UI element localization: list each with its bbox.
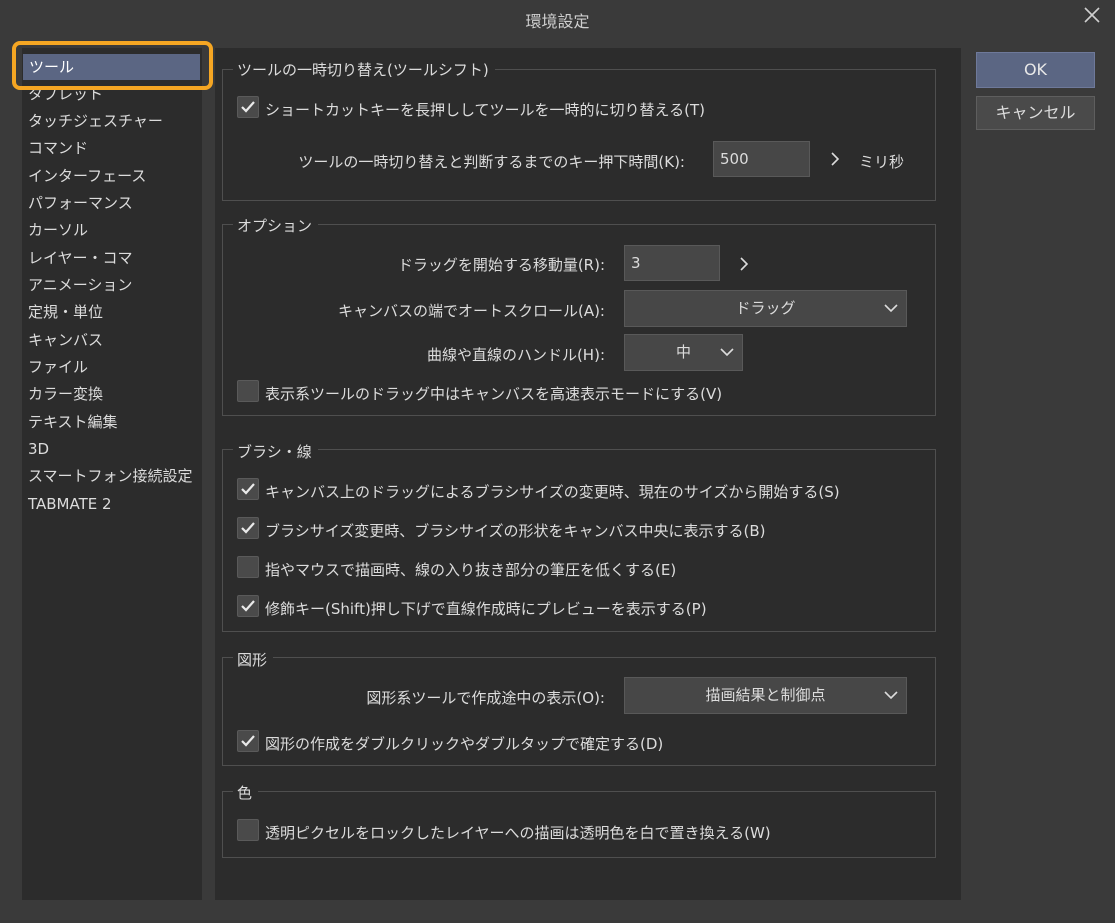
chevron-right-icon[interactable]: [829, 150, 845, 170]
sidebar-item-smartphone[interactable]: スマートフォン接続設定: [22, 463, 202, 489]
check-icon: [241, 735, 255, 747]
sidebar-item-command[interactable]: コマンド: [22, 135, 202, 161]
brush-option-1-label: キャンバス上のドラッグによるブラシサイズの変更時、現在のサイズから開始する(S): [265, 483, 840, 501]
tool-shift-checkbox[interactable]: [237, 96, 259, 118]
figure-doubleclick-checkbox[interactable]: [237, 730, 259, 752]
autoscroll-label: キャンバスの端でオートスクロール(A):: [337, 302, 605, 320]
sidebar-item-animation[interactable]: アニメーション: [22, 272, 202, 298]
drag-distance-label: ドラッグを開始する移動量(R):: [397, 256, 605, 274]
color-replace-checkbox[interactable]: [237, 819, 259, 841]
brush-option-1-checkbox[interactable]: [237, 478, 259, 500]
sidebar-item-color-conversion[interactable]: カラー変換: [22, 381, 202, 407]
ok-button[interactable]: OK: [976, 52, 1095, 88]
handle-value: 中: [675, 343, 691, 361]
check-icon: [241, 600, 255, 612]
sidebar-item-touch-gesture[interactable]: タッチジェスチャー: [22, 108, 202, 134]
brush-option-4-label: 修飾キー(Shift)押し下げで直線作成時にプレビューを表示する(P): [265, 600, 707, 618]
figure-display-select[interactable]: 描画結果と制御点: [624, 677, 907, 714]
figure-doubleclick-label: 図形の作成をダブルクリックやダブルタップで確定する(D): [265, 735, 664, 753]
group-title-figure: 図形: [233, 649, 274, 670]
drag-distance-input[interactable]: 3: [624, 245, 720, 281]
cancel-button[interactable]: キャンセル: [976, 96, 1095, 130]
group-title-options: オプション: [233, 215, 319, 236]
fast-display-checkbox[interactable]: [237, 380, 259, 402]
sidebar-item-text-edit[interactable]: テキスト編集: [22, 409, 202, 435]
brush-option-3-checkbox[interactable]: [237, 556, 259, 578]
sidebar-item-ruler-unit[interactable]: 定規・単位: [22, 299, 202, 325]
window-title: 環境設定: [525, 12, 590, 31]
delay-input[interactable]: 500: [713, 141, 810, 177]
handle-select[interactable]: 中: [624, 334, 743, 371]
chevron-right-icon[interactable]: [738, 255, 754, 275]
sidebar-item-cursor[interactable]: カーソル: [22, 217, 202, 243]
sidebar-item-tablet[interactable]: タブレット: [22, 81, 202, 107]
sidebar-item-performance[interactable]: パフォーマンス: [22, 190, 202, 216]
chevron-down-icon: [884, 304, 898, 313]
sidebar-item-file[interactable]: ファイル: [22, 354, 202, 380]
handle-label: 曲線や直線のハンドル(H):: [426, 346, 605, 364]
sidebar-item-3d[interactable]: 3D: [22, 436, 202, 462]
figure-display-label: 図形系ツールで作成途中の表示(O):: [366, 689, 605, 707]
close-icon[interactable]: [1081, 6, 1103, 28]
check-icon: [241, 483, 255, 495]
figure-display-value: 描画結果と制御点: [705, 686, 826, 704]
chevron-down-icon: [884, 691, 898, 700]
autoscroll-value: ドラッグ: [735, 299, 796, 317]
sidebar-item-canvas[interactable]: キャンバス: [22, 327, 202, 353]
fast-display-label: 表示系ツールのドラッグ中はキャンバスを高速表示モードにする(V): [265, 385, 723, 403]
chevron-down-icon: [720, 348, 734, 357]
group-title-color: 色: [233, 782, 259, 803]
settings-panel: ツールの一時切り替え(ツールシフト) ショートカットキーを長押ししてツールを一時…: [215, 48, 961, 900]
autoscroll-select[interactable]: ドラッグ: [624, 290, 907, 327]
sidebar-item-tabmate[interactable]: TABMATE 2: [22, 491, 202, 517]
group-title-brush: ブラシ・線: [233, 441, 318, 462]
sidebar-item-interface[interactable]: インターフェース: [22, 163, 202, 189]
category-sidebar: ツール タブレット タッチジェスチャー コマンド インターフェース パフォーマン…: [22, 48, 202, 900]
group-tool-shift: [222, 69, 936, 201]
sidebar-item-layer-frame[interactable]: レイヤー・コマ: [22, 245, 202, 271]
title-bar: 環境設定: [0, 0, 1115, 36]
color-replace-label: 透明ピクセルをロックしたレイヤーへの描画は透明色を白で置き換える(W): [265, 824, 771, 842]
delay-unit: ミリ秒: [859, 153, 905, 171]
tool-shift-label: ショートカットキーを長押ししてツールを一時的に切り替える(T): [265, 101, 705, 119]
brush-option-4-checkbox[interactable]: [237, 595, 259, 617]
brush-option-3-label: 指やマウスで描画時、線の入り抜き部分の筆圧を低くする(E): [265, 561, 677, 579]
brush-option-2-label: ブラシサイズ変更時、ブラシサイズの形状をキャンバス中央に表示する(B): [265, 522, 766, 540]
group-title-tool-shift: ツールの一時切り替え(ツールシフト): [233, 59, 495, 80]
check-icon: [241, 101, 255, 113]
sidebar-item-tool[interactable]: ツール: [23, 54, 200, 80]
delay-label: ツールの一時切り替えと判断するまでのキー押下時間(K):: [298, 153, 685, 171]
check-icon: [241, 522, 255, 534]
brush-option-2-checkbox[interactable]: [237, 517, 259, 539]
